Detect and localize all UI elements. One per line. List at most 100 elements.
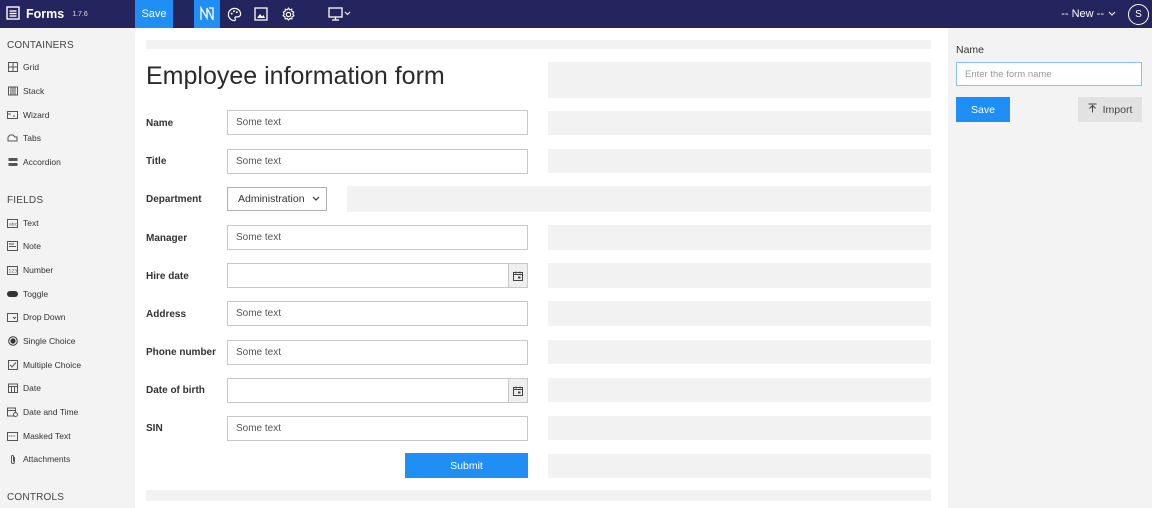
toolbox-item-tabs[interactable]: Tabs bbox=[7, 130, 41, 146]
bottom-drop-zone bbox=[146, 490, 931, 501]
field-label-department: Department bbox=[146, 194, 202, 205]
dropdown-icon bbox=[7, 312, 18, 323]
name-input[interactable]: Some text bbox=[227, 110, 528, 135]
toolbox-item-label: Drop Down bbox=[23, 312, 66, 322]
palette-icon[interactable] bbox=[221, 0, 247, 28]
toolbox-sidebar: CONTAINERS Grid Stack Wizard Tabs Accord… bbox=[0, 28, 135, 508]
toolbox-item-stack[interactable]: Stack bbox=[7, 83, 44, 99]
calendar-icon[interactable] bbox=[508, 379, 527, 402]
side-placeholder bbox=[548, 149, 931, 173]
toolbox-item-number[interactable]: 123 Number bbox=[7, 262, 53, 278]
side-placeholder bbox=[347, 186, 931, 212]
toolbox-item-label: Grid bbox=[23, 62, 40, 72]
import-label: Import bbox=[1102, 103, 1133, 116]
chevron-down-icon bbox=[1108, 8, 1116, 20]
field-label-hire-date: Hire date bbox=[146, 271, 189, 282]
submit-button[interactable]: Submit bbox=[405, 453, 528, 478]
calendar-icon bbox=[7, 383, 18, 394]
paperclip-icon bbox=[7, 454, 18, 465]
app-name: Forms bbox=[26, 7, 65, 21]
form-canvas: Employee information form Name Some text… bbox=[135, 28, 948, 508]
toolbox-item-label: Note bbox=[23, 241, 41, 251]
side-placeholder bbox=[548, 111, 931, 135]
toolbox-item-text[interactable]: abc Text bbox=[7, 215, 39, 231]
import-button[interactable]: Import bbox=[1078, 97, 1142, 122]
new-form-label: -- New -- bbox=[1061, 8, 1104, 20]
toolbox-item-wizard[interactable]: Wizard bbox=[7, 107, 49, 123]
field-label-sin: SIN bbox=[146, 423, 163, 434]
title-side-placeholder bbox=[548, 62, 931, 98]
field-label-phone-number: Phone number bbox=[146, 347, 217, 358]
address-input[interactable]: Some text bbox=[227, 301, 528, 326]
field-label-name: Name bbox=[146, 118, 174, 129]
accordion-icon bbox=[7, 157, 18, 168]
toggle-icon bbox=[7, 289, 18, 300]
toolbar-save-button[interactable]: Save bbox=[135, 0, 173, 28]
preview-icon[interactable] bbox=[248, 0, 274, 28]
containers-heading: CONTAINERS bbox=[7, 40, 74, 51]
fields-heading: FIELDS bbox=[7, 195, 44, 206]
datetime-icon bbox=[7, 407, 18, 418]
top-drop-zone bbox=[146, 40, 931, 49]
toolbox-item-label: Masked Text bbox=[23, 431, 71, 441]
side-placeholder bbox=[548, 378, 931, 402]
toolbox-item-toggle[interactable]: Toggle bbox=[7, 286, 48, 302]
toolbox-item-label: Multiple Choice bbox=[23, 360, 82, 370]
side-placeholder bbox=[548, 263, 931, 288]
note-icon bbox=[7, 241, 18, 252]
toolbox-item-label: Text bbox=[23, 218, 39, 228]
manager-input[interactable]: Some text bbox=[227, 225, 528, 250]
number-icon: 123 bbox=[7, 265, 18, 276]
device-preview-icon[interactable] bbox=[326, 0, 354, 28]
upload-icon bbox=[1088, 103, 1097, 116]
toolbox-item-masked-text[interactable]: *** Masked Text bbox=[7, 428, 71, 444]
user-avatar[interactable]: S bbox=[1128, 4, 1149, 25]
svg-text:123: 123 bbox=[9, 268, 18, 274]
toolbox-item-multiple-choice[interactable]: Multiple Choice bbox=[7, 357, 81, 373]
toolbox-item-accordion[interactable]: Accordion bbox=[7, 154, 61, 170]
side-placeholder bbox=[548, 454, 931, 478]
top-bar: Forms 1.7.6 Save -- New -- S bbox=[0, 0, 1152, 28]
department-select-value: Administration bbox=[238, 193, 305, 205]
toolbox-item-label: Stack bbox=[23, 86, 45, 96]
toolbox-item-label: Accordion bbox=[23, 157, 61, 167]
calendar-icon[interactable] bbox=[508, 264, 527, 287]
title-input[interactable]: Some text bbox=[227, 149, 528, 174]
date-of-birth-input[interactable] bbox=[227, 378, 528, 403]
svg-text:abc: abc bbox=[9, 221, 18, 227]
toolbox-item-label: Number bbox=[23, 265, 54, 275]
tabs-icon bbox=[7, 133, 18, 144]
toolbox-item-label: Toggle bbox=[23, 289, 49, 299]
side-placeholder bbox=[548, 416, 931, 440]
toolbox-item-date-and-time[interactable]: Date and Time bbox=[7, 404, 78, 420]
field-label-address: Address bbox=[146, 309, 187, 320]
phone-number-input[interactable]: Some text bbox=[227, 340, 528, 365]
controls-heading: CONTROLS bbox=[7, 492, 65, 503]
form-name-label: Name bbox=[956, 44, 985, 56]
designer-icon[interactable] bbox=[194, 0, 220, 28]
toolbox-item-label: Single Choice bbox=[23, 336, 76, 346]
toolbox-item-single-choice[interactable]: Single Choice bbox=[7, 333, 75, 349]
side-placeholder bbox=[548, 225, 931, 250]
toolbox-item-label: Attachments bbox=[23, 454, 71, 464]
toolbox-item-attachments[interactable]: Attachments bbox=[7, 451, 70, 467]
field-label-manager: Manager bbox=[146, 233, 188, 244]
toolbox-item-grid[interactable]: Grid bbox=[7, 59, 39, 75]
masked-text-icon: *** bbox=[7, 431, 18, 442]
toolbox-item-label: Date and Time bbox=[23, 407, 79, 417]
toolbox-item-note[interactable]: Note bbox=[7, 238, 41, 254]
department-select[interactable]: Administration bbox=[227, 187, 327, 211]
form-name-input[interactable]: Enter the form name bbox=[956, 62, 1142, 86]
properties-panel: Name Enter the form name Save Import bbox=[948, 28, 1152, 508]
field-label-date-of-birth: Date of birth bbox=[146, 385, 205, 396]
toolbox-item-date[interactable]: Date bbox=[7, 380, 41, 396]
hire-date-input[interactable] bbox=[227, 263, 528, 288]
toolbox-item-label: Date bbox=[23, 383, 41, 393]
sin-input[interactable]: Some text bbox=[227, 416, 528, 441]
checkbox-icon bbox=[7, 360, 18, 371]
new-form-dropdown[interactable]: -- New -- bbox=[1061, 0, 1116, 28]
save-form-button[interactable]: Save bbox=[956, 97, 1010, 122]
svg-text:***: *** bbox=[9, 434, 17, 440]
toolbox-item-dropdown[interactable]: Drop Down bbox=[7, 309, 66, 325]
gear-icon[interactable] bbox=[275, 0, 301, 28]
